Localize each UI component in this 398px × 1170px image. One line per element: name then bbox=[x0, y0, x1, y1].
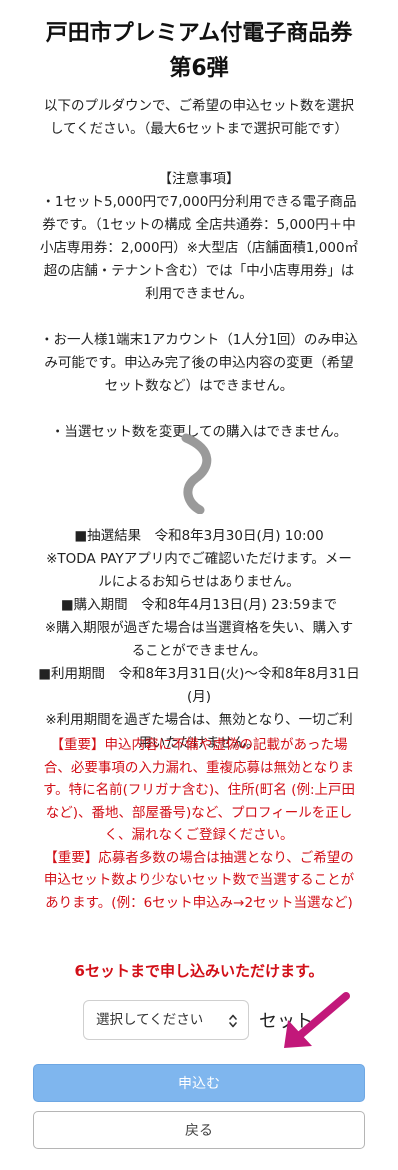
submit-button[interactable]: 申込む bbox=[33, 1064, 365, 1102]
caution-heading: 【注意事項】 bbox=[158, 171, 240, 187]
important-line: く、漏れなくご登録ください。 bbox=[104, 827, 294, 843]
caution-paragraph-1: ・1セット5,000円で7,000円分利用できる電子商品 券です。（1セットの構… bbox=[20, 191, 378, 306]
set-count-select[interactable]: 選択してください bbox=[83, 1000, 249, 1040]
intro-line: してください。（最大6セットまで選択可能です） bbox=[49, 121, 349, 137]
schedule-line: ルによるお知らせはありません。 bbox=[98, 574, 300, 590]
caution-paragraph-2: ・お一人様1端末1アカウント（1人分1回）のみ申込 み可能です。申込み完了後の申… bbox=[20, 329, 378, 398]
set-count-select-value: 選択してください bbox=[96, 1012, 204, 1028]
important-line: す。特に名前(フリガナ含む)、住所(町名 (例:上戸田 bbox=[42, 782, 356, 798]
caution-line: 超の店舗・テナント含む）では「中小店専用券」は bbox=[43, 263, 355, 279]
schedule-line: (月) bbox=[186, 689, 212, 705]
caution-section: 【注意事項】 ・1セット5,000円で7,000円分利用できる電子商品 券です。… bbox=[20, 168, 378, 444]
important-line: 【重要】申込内容に不備や虚偽の記載があった場 bbox=[50, 737, 348, 753]
important-line: 【重要】応募者多数の場合は抽選となり、ご希望の bbox=[44, 849, 354, 866]
caution-line: み可能です。申込み完了後の申込内容の変更（希望 bbox=[44, 355, 354, 371]
important-line: など)、番地、部屋番号)など、プロフィールを正し bbox=[45, 804, 353, 821]
schedule-line: ※利用期間を過ぎた場合は、無効となり、一切ご利 bbox=[45, 712, 353, 728]
schedule-line: ■利用期間 令和8年3月31日(火)〜令和8年8月31日 bbox=[38, 666, 360, 682]
page-title: 戸田市プレミアム付電子商品券 第6弾 bbox=[0, 16, 398, 86]
schedule-line: ることができません。 bbox=[131, 643, 267, 659]
important-line: あります。(例：6セット申込み→2セット当選など) bbox=[45, 894, 353, 911]
schedule-line: ■抽選結果 令和8年3月30日(月) 10:00 bbox=[74, 528, 324, 544]
page: 戸田市プレミアム付電子商品券 第6弾 以下のプルダウンで、ご希望の申込セット数を… bbox=[0, 0, 398, 1170]
caution-line: ・お一人様1端末1アカウント（1人分1回）のみ申込 bbox=[40, 332, 358, 348]
caution-line: ・1セット5,000円で7,000円分利用できる電子商品 bbox=[41, 194, 357, 210]
caution-line: 小店専用券：2,000円）※大型店（店舗面積1,000㎡ bbox=[39, 240, 359, 256]
page-title-line2: 第6弾 bbox=[169, 56, 229, 81]
important-line: 合、必要事項の入力漏れ、重複応募は無効となりま bbox=[43, 759, 355, 776]
up-down-chevron-icon bbox=[229, 1014, 237, 1028]
schedule-line: ■購入期間 令和8年4月13日(月) 23:59まで bbox=[60, 597, 338, 613]
schedule-line: ※購入期限が過ぎた場合は当選資格を失い、購入す bbox=[44, 620, 354, 636]
max-sets-notice: 6セットまで申し込みいただけます。 bbox=[74, 962, 324, 980]
important-notice: 【重要】申込内容に不備や虚偽の記載があった場 合、必要事項の入力漏れ、重複応募は… bbox=[20, 734, 378, 914]
caution-line: セット数など）はできません。 bbox=[104, 378, 294, 394]
caution-line: 券です。（1セットの構成 全店共通券：5,000円＋中 bbox=[42, 217, 356, 233]
squiggle-decoration bbox=[181, 433, 212, 514]
caution-line: 利用できません。 bbox=[145, 286, 253, 302]
schedule-section: ■抽選結果 令和8年3月30日(月) 10:00 ※TODA PAYアプリ内でご… bbox=[20, 525, 378, 755]
page-title-line1: 戸田市プレミアム付電子商品券 bbox=[45, 21, 353, 46]
back-button[interactable]: 戻る bbox=[33, 1111, 365, 1149]
intro-line: 以下のプルダウンで、ご希望の申込セット数を選択 bbox=[44, 98, 354, 114]
intro-text: 以下のプルダウンで、ご希望の申込セット数を選択 してください。（最大6セットまで… bbox=[20, 95, 378, 141]
important-line: 申込セット数より少ないセット数で当選することが bbox=[43, 872, 355, 888]
pointer-arrow-icon bbox=[284, 992, 350, 1048]
schedule-line: ※TODA PAYアプリ内でご確認いただけます。メー bbox=[46, 551, 352, 567]
